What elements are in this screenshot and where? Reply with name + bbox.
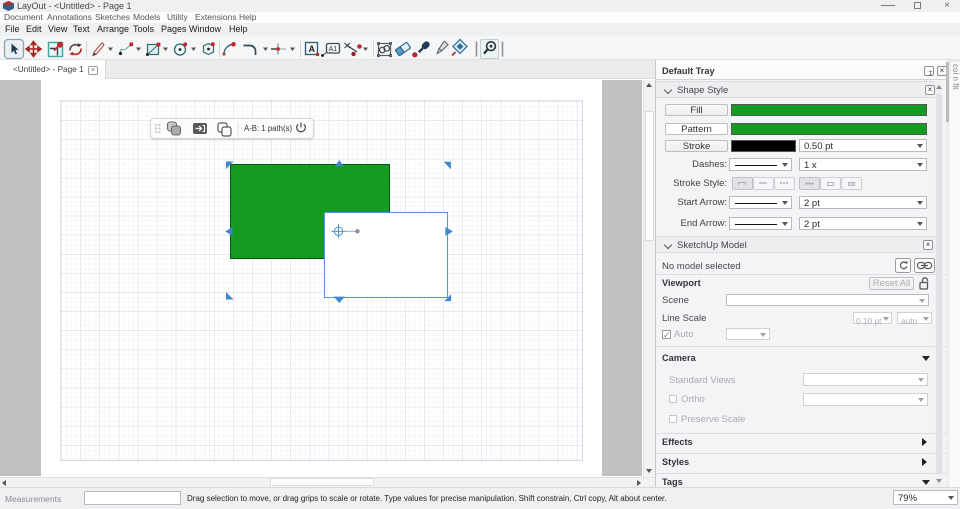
svg-text:A: A [309, 44, 316, 54]
svg-text:A1: A1 [329, 46, 338, 53]
svg-text:A-B: 1 path(s): A-B: 1 path(s) [244, 124, 293, 133]
